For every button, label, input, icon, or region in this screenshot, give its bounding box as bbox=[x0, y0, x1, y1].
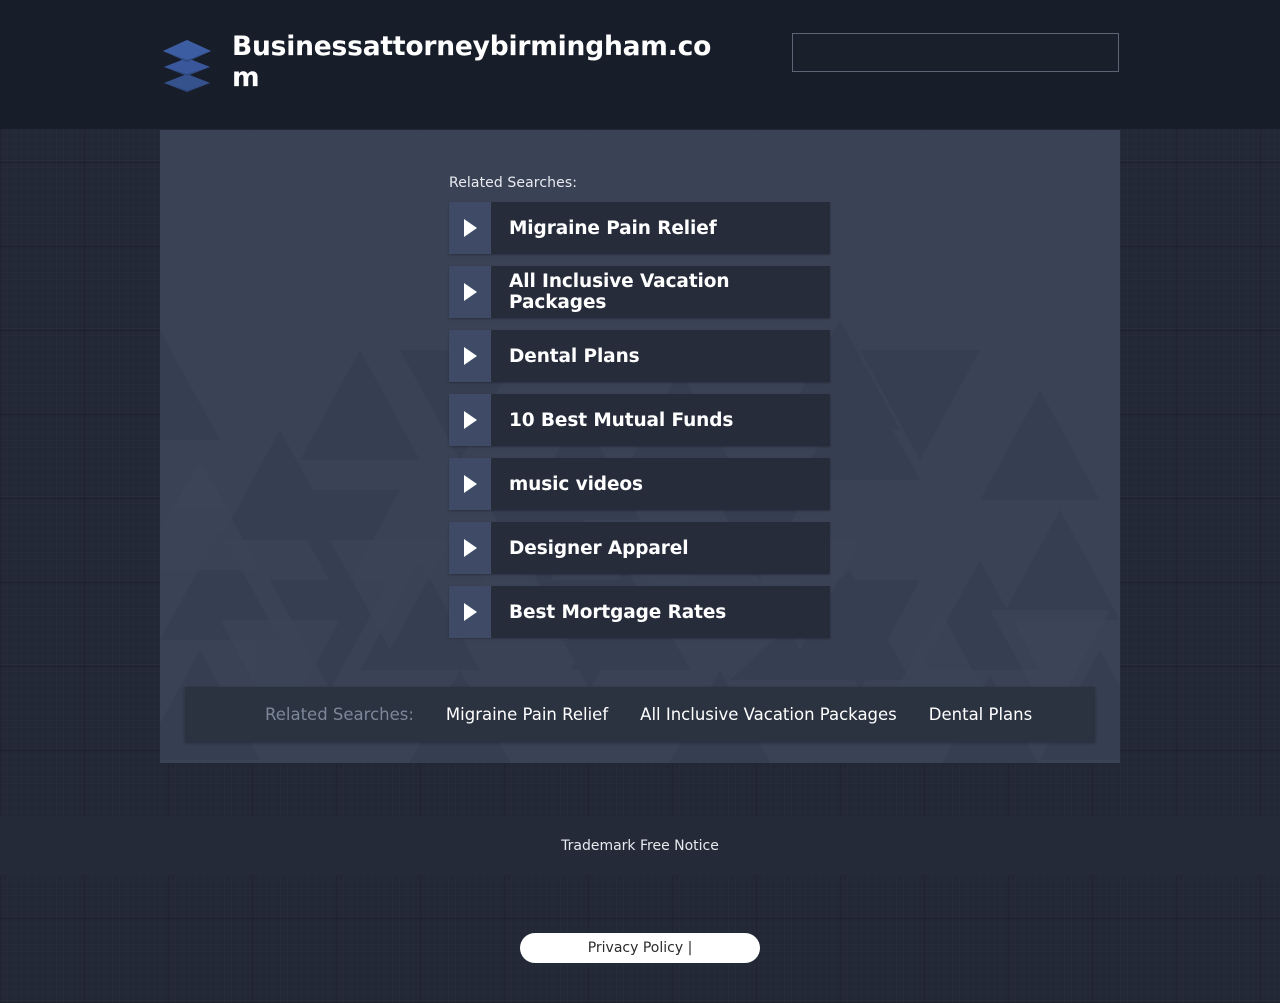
play-triangle-icon bbox=[449, 330, 491, 382]
related-searches-bar: Related Searches: Migraine Pain Relief A… bbox=[185, 687, 1095, 742]
list-item-label: Designer Apparel bbox=[491, 522, 830, 574]
related-searches-bar-link[interactable]: Dental Plans bbox=[929, 705, 1032, 724]
play-triangle-icon bbox=[449, 266, 491, 318]
list-item[interactable]: music videos bbox=[449, 458, 830, 510]
list-item-label: Dental Plans bbox=[491, 330, 830, 382]
related-searches-bar-link[interactable]: Migraine Pain Relief bbox=[446, 705, 608, 724]
main-panel: Related Searches: Migraine Pain Relief A… bbox=[160, 130, 1120, 763]
list-item-label: Best Mortgage Rates bbox=[491, 586, 830, 638]
list-item[interactable]: Dental Plans bbox=[449, 330, 830, 382]
list-item-label: Migraine Pain Relief bbox=[491, 202, 830, 254]
trademark-band: Trademark Free Notice bbox=[0, 816, 1280, 875]
related-searches-list: Migraine Pain Relief All Inclusive Vacat… bbox=[449, 202, 830, 650]
brand: Businessattorneybirmingham.com bbox=[160, 31, 720, 96]
related-searches-bar-link[interactable]: All Inclusive Vacation Packages bbox=[640, 705, 897, 724]
page-title: Businessattorneybirmingham.com bbox=[232, 31, 712, 93]
site-header: Businessattorneybirmingham.com bbox=[0, 0, 1280, 129]
list-item[interactable]: Best Mortgage Rates bbox=[449, 586, 830, 638]
related-searches-label: Related Searches: bbox=[449, 175, 578, 191]
list-item-label: music videos bbox=[491, 458, 830, 510]
privacy-policy-button[interactable]: Privacy Policy | bbox=[520, 933, 760, 963]
play-triangle-icon bbox=[449, 586, 491, 638]
list-item[interactable]: 10 Best Mutual Funds bbox=[449, 394, 830, 446]
search-input[interactable] bbox=[792, 33, 1119, 72]
list-item-label: All Inclusive Vacation Packages bbox=[491, 266, 830, 318]
related-searches-bar-label: Related Searches: bbox=[265, 705, 414, 724]
list-item[interactable]: Migraine Pain Relief bbox=[449, 202, 830, 254]
play-triangle-icon bbox=[449, 202, 491, 254]
trademark-free-notice-link[interactable]: Trademark Free Notice bbox=[561, 838, 719, 854]
play-triangle-icon bbox=[449, 522, 491, 574]
play-triangle-icon bbox=[449, 394, 491, 446]
play-triangle-icon bbox=[449, 458, 491, 510]
list-item[interactable]: All Inclusive Vacation Packages bbox=[449, 266, 830, 318]
stacked-layers-icon bbox=[160, 34, 214, 96]
list-item-label: 10 Best Mutual Funds bbox=[491, 394, 830, 446]
list-item[interactable]: Designer Apparel bbox=[449, 522, 830, 574]
